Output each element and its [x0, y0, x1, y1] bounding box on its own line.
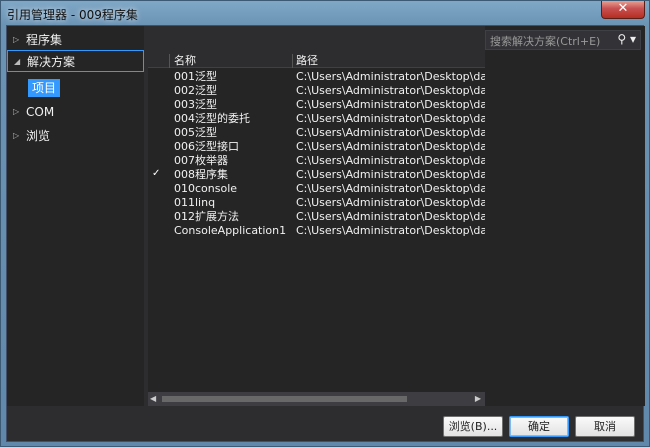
project-name: 007枚举器 [174, 154, 228, 167]
reference-checkbox[interactable] [152, 225, 162, 235]
details-panel [485, 26, 645, 406]
project-path: C:\Users\Administrator\Desktop\day016 [296, 210, 485, 223]
reference-checkbox[interactable] [152, 113, 162, 123]
table-row[interactable]: 011linq C:\Users\Administrator\Desktop\da… [148, 196, 485, 210]
title-bar[interactable]: 引用管理器 - 009程序集 ✕ [1, 1, 649, 25]
table-row[interactable]: 002泛型 C:\Users\Administrator\Desktop\day0… [148, 84, 485, 98]
expand-arrow-icon: ▷ [13, 107, 20, 116]
nav-item-label: 浏览 [26, 129, 51, 143]
left-navigation: ▷ 程序集 ◢ 解决方案 项目 ▷ COM ▷ 浏览 [7, 26, 144, 406]
project-path: C:\Users\Administrator\Desktop\day016 [296, 154, 485, 167]
project-path: C:\Users\Administrator\Desktop\day016 [296, 112, 485, 125]
reference-manager-window: 引用管理器 - 009程序集 ✕ ▷ 程序集 ◢ 解决方案 项目 ▷ COM ▷… [0, 0, 650, 447]
nav-item-label: COM [26, 105, 55, 119]
reference-checkbox[interactable] [152, 127, 162, 137]
project-name: 006泛型接口 [174, 140, 239, 153]
table-row[interactable]: 012扩展方法 C:\Users\Administrator\Desktop\da… [148, 210, 485, 224]
project-path: C:\Users\Administrator\Desktop\day016 [296, 70, 485, 83]
reference-checkbox[interactable] [152, 211, 162, 221]
table-row[interactable]: 005泛型 C:\Users\Administrator\Desktop\day0… [148, 126, 485, 140]
project-name: 011linq [174, 196, 216, 209]
table-row[interactable]: 010console C:\Users\Administrator\Desktop… [148, 182, 485, 196]
reference-checkbox[interactable] [152, 141, 162, 151]
search-placeholder: 搜索解决方案(Ctrl+E) [490, 35, 601, 48]
horizontal-scrollbar[interactable]: ◀ ▶ [148, 392, 485, 406]
nav-subitem-projects[interactable]: 项目 [28, 79, 61, 97]
table-row[interactable]: ✓ 008程序集 C:\Users\Administrator\Desktop\da… [148, 168, 485, 182]
project-path: C:\Users\Administrator\Desktop\day016 [296, 224, 485, 237]
column-header-name[interactable]: 名称 [174, 54, 196, 68]
project-name: 004泛型的委托 [174, 112, 250, 125]
table-row[interactable]: ConsoleApplication1 C:\Users\Administrato… [148, 224, 485, 238]
project-path: C:\Users\Administrator\Desktop\day016 [296, 140, 485, 153]
project-name: ConsoleApplication1 [174, 224, 287, 237]
window-title: 引用管理器 - 009程序集 [7, 8, 138, 22]
dialog-client-area: ▷ 程序集 ◢ 解决方案 项目 ▷ COM ▷ 浏览 名称 路径 001泛型 C… [6, 25, 645, 442]
search-input[interactable]: 搜索解决方案(Ctrl+E) ⚲ ▾ [485, 30, 641, 50]
table-row[interactable]: 003泛型 C:\Users\Administrator\Desktop\day0… [148, 98, 485, 112]
project-name: 003泛型 [174, 98, 217, 111]
reference-checkbox[interactable] [152, 99, 162, 109]
project-name: 010console [174, 182, 238, 195]
list-header: 名称 路径 [148, 54, 485, 68]
scrollbar-thumb[interactable] [162, 396, 407, 402]
collapse-arrow-icon: ◢ [14, 57, 21, 66]
reference-checkbox[interactable]: ✓ [152, 169, 162, 179]
expand-arrow-icon: ▷ [13, 35, 20, 44]
project-path: C:\Users\Administrator\Desktop\day016 [296, 182, 485, 195]
nav-item-browse[interactable]: ▷ 浏览 [7, 125, 144, 147]
nav-item-solution[interactable]: ◢ 解决方案 [7, 50, 144, 72]
nav-item-assemblies[interactable]: ▷ 程序集 [7, 29, 144, 51]
project-path: C:\Users\Administrator\Desktop\day016 [296, 196, 485, 209]
reference-checkbox[interactable] [152, 71, 162, 81]
project-list: 名称 路径 001泛型 C:\Users\Administrator\Deskto… [148, 54, 485, 406]
project-path: C:\Users\Administrator\Desktop\day016 [296, 126, 485, 139]
nav-item-com[interactable]: ▷ COM [7, 101, 144, 123]
scroll-right-icon[interactable]: ▶ [475, 394, 481, 403]
project-name: 005泛型 [174, 126, 217, 139]
table-row[interactable]: 004泛型的委托 C:\Users\Administrator\Desktop\d… [148, 112, 485, 126]
ok-button[interactable]: 确定 [509, 416, 569, 437]
project-name: 002泛型 [174, 84, 217, 97]
nav-item-label: 程序集 [26, 33, 63, 47]
reference-checkbox[interactable] [152, 155, 162, 165]
reference-checkbox[interactable] [152, 85, 162, 95]
scroll-left-icon[interactable]: ◀ [150, 394, 156, 403]
column-separator[interactable] [292, 54, 293, 68]
column-header-path[interactable]: 路径 [296, 54, 318, 68]
column-separator[interactable] [169, 54, 170, 68]
project-path: C:\Users\Administrator\Desktop\day016 [296, 84, 485, 97]
project-name: 012扩展方法 [174, 210, 239, 223]
table-row[interactable]: 006泛型接口 C:\Users\Administrator\Desktop\da… [148, 140, 485, 154]
table-row[interactable]: 001泛型 C:\Users\Administrator\Desktop\day0… [148, 70, 485, 84]
cancel-button[interactable]: 取消 [575, 416, 635, 437]
close-button[interactable]: ✕ [601, 1, 645, 19]
browse-button[interactable]: 浏览(B)... [443, 416, 503, 437]
expand-arrow-icon: ▷ [13, 131, 20, 140]
project-path: C:\Users\Administrator\Desktop\day016 [296, 168, 485, 181]
project-path: C:\Users\Administrator\Desktop\day016 [296, 98, 485, 111]
reference-checkbox[interactable] [152, 183, 162, 193]
nav-item-label: 解决方案 [27, 55, 76, 69]
reference-checkbox[interactable] [152, 197, 162, 207]
project-name: 001泛型 [174, 70, 217, 83]
search-icon[interactable]: ⚲ ▾ [617, 32, 636, 46]
table-row[interactable]: 007枚举器 C:\Users\Administrator\Desktop\day… [148, 154, 485, 168]
project-name: 008程序集 [174, 168, 228, 181]
